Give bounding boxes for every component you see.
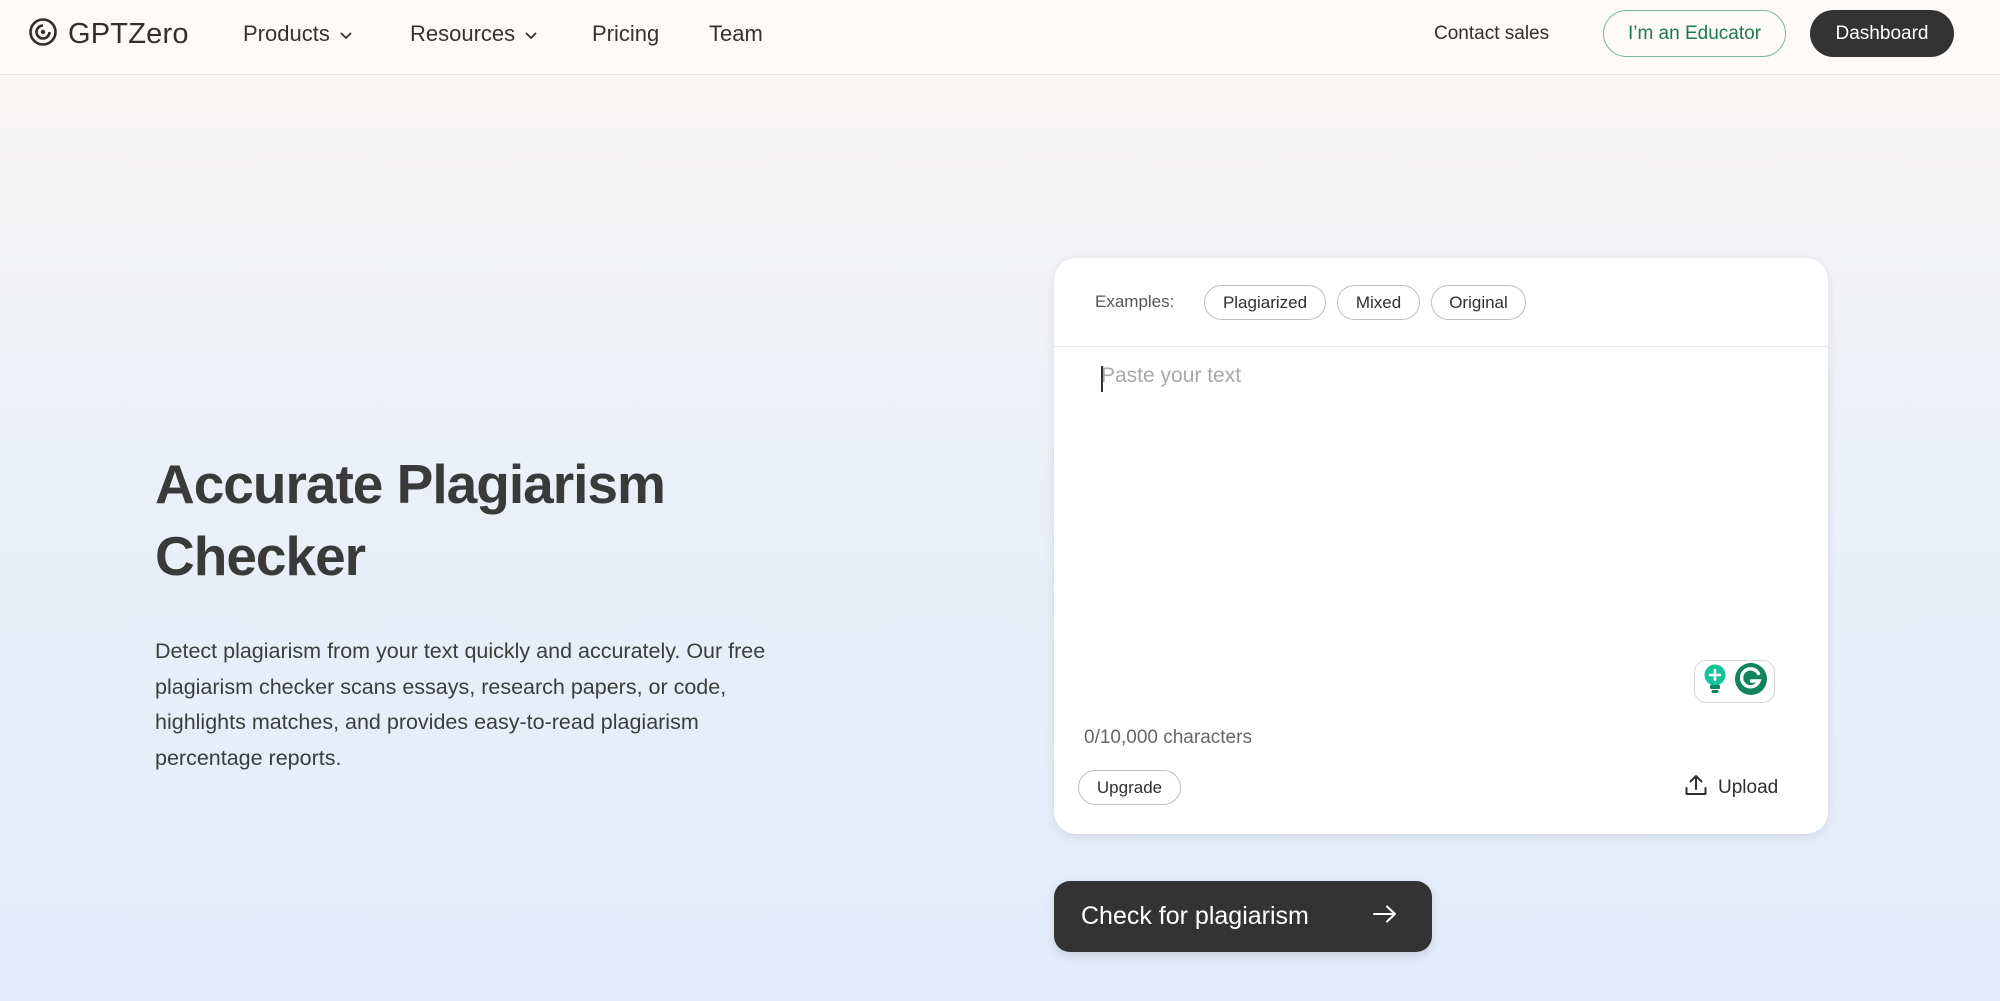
nav-team[interactable]: Team [709,19,763,49]
hero-description-line: Detect plagiarism from your text quickly… [155,639,766,663]
example-plagiarized-chip[interactable]: Plagiarized [1204,285,1326,320]
upgrade-button[interactable]: Upgrade [1078,770,1181,805]
page-title: Accurate Plagiarism Checker [155,448,855,592]
hero-description-line: percentage reports. [155,745,342,770]
nav-resources-label: Resources [410,21,516,46]
grammarly-widget[interactable] [1694,660,1775,703]
brand-name: GPTZero [68,17,189,50]
brand-logo[interactable]: GPTZero [28,16,189,52]
nav-pricing[interactable]: Pricing [592,19,659,49]
nav-products[interactable]: Products [243,19,353,49]
text-cursor [1101,366,1103,392]
chevron-down-icon [339,21,353,47]
example-mixed-chip[interactable]: Mixed [1337,285,1420,320]
upload-button[interactable]: Upload [1684,772,1794,804]
upload-icon [1684,773,1708,803]
examples-label: Examples: [1095,292,1175,311]
example-original-chip[interactable]: Original [1431,285,1526,320]
nav-resources[interactable]: Resources [410,19,538,49]
hero-description-line: plagiarism checker scans essays, researc… [155,674,727,699]
character-count: 0/10,000 characters [1084,727,1252,748]
dashboard-button[interactable]: Dashboard [1810,10,1954,57]
lightbulb-icon [1701,663,1729,700]
upload-button-label: Upload [1718,777,1779,798]
chevron-down-icon [524,21,538,47]
gptzero-logo-icon [28,17,58,52]
hero-description-line: highlights matches, and provides easy-to… [155,710,699,734]
page-title-line-1: Accurate Plagiarism [155,453,666,515]
contact-sales-link[interactable]: Contact sales [1434,19,1549,49]
grammarly-icon [1734,662,1768,701]
examples-row: Examples: Plagiarized Mixed Original [1054,258,1828,347]
plagiarism-checker-card: Examples: Plagiarized Mixed Original 0/1… [1054,258,1828,834]
hero-description: Detect plagiarism from your text quickly… [155,634,855,776]
check-button-label: Check for plagiarism [1081,902,1309,930]
top-navigation: GPTZero Products Resources Pricing Team … [0,0,2000,75]
nav-products-label: Products [243,21,330,46]
check-for-plagiarism-button[interactable]: Check for plagiarism [1054,881,1432,952]
educator-button[interactable]: I’m an Educator [1603,10,1786,57]
page-title-line-2: Checker [155,525,366,587]
text-input[interactable] [1095,358,1795,648]
arrow-right-icon [1372,902,1398,931]
